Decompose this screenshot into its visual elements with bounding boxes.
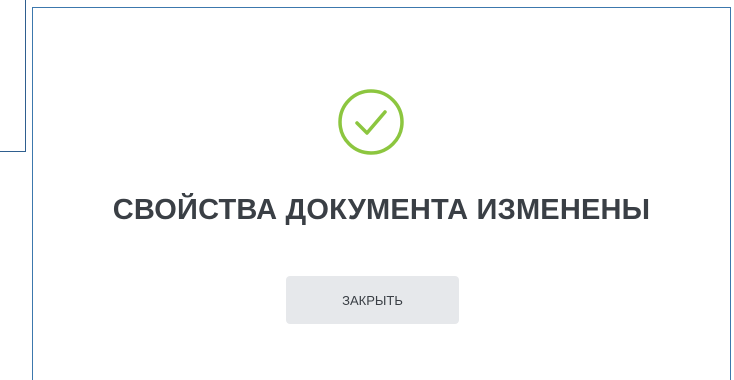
check-circle-icon — [338, 89, 404, 155]
background-panel — [0, 0, 26, 152]
close-button[interactable]: ЗАКРЫТЬ — [286, 276, 459, 324]
dialog-title: СВОЙСТВА ДОКУМЕНТА ИЗМЕНЕНЫ — [112, 194, 651, 226]
screen: СВОЙСТВА ДОКУМЕНТА ИЗМЕНЕНЫ ЗАКРЫТЬ — [0, 0, 734, 380]
success-dialog: СВОЙСТВА ДОКУМЕНТА ИЗМЕНЕНЫ ЗАКРЫТЬ — [32, 7, 731, 380]
